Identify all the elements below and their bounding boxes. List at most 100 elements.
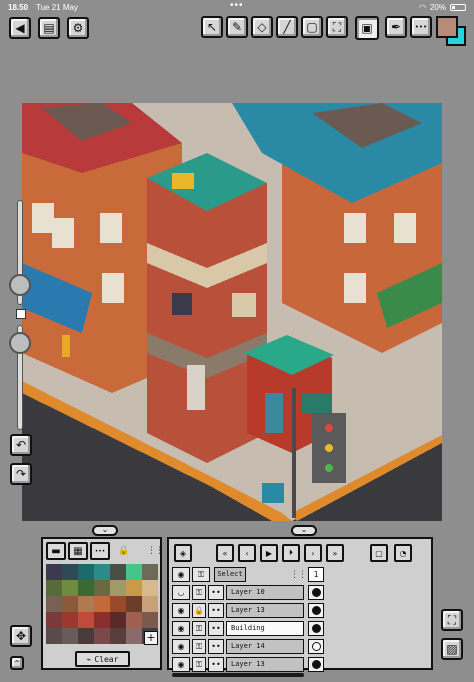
onion-skin-button[interactable]: ▢ — [370, 544, 388, 562]
palette-panel-handle[interactable]: ⌄ — [92, 525, 118, 536]
color-swatch[interactable] — [126, 564, 142, 580]
layer-name-active[interactable]: Building — [226, 621, 304, 636]
eyedropper-tool-button[interactable]: ✒ — [385, 16, 407, 38]
expand-button[interactable]: ⌃ — [10, 656, 24, 670]
color-swatch[interactable] — [126, 612, 142, 628]
select-button[interactable]: Select — [214, 567, 246, 582]
lock-toggle[interactable]: ⚿ — [192, 585, 206, 600]
color-swatch[interactable] — [142, 564, 158, 580]
drawing-canvas[interactable] — [22, 103, 442, 521]
color-swatch[interactable] — [62, 580, 78, 596]
color-swatch[interactable] — [78, 564, 94, 580]
layer-blend-dot[interactable] — [308, 639, 324, 654]
back-button[interactable]: ◀ — [9, 17, 31, 39]
color-swatch[interactable] — [46, 580, 62, 596]
color-swatch[interactable] — [46, 596, 62, 612]
layer-row[interactable]: ◉ ⚿ •• Layer 14 — [172, 639, 430, 656]
color-swatch[interactable] — [126, 580, 142, 596]
link-toggle[interactable]: •• — [208, 603, 224, 618]
link-toggle[interactable]: •• — [208, 657, 224, 672]
color-swatch[interactable] — [94, 612, 110, 628]
redo-button[interactable]: ↷ — [10, 463, 32, 485]
brush-size-knob[interactable] — [9, 274, 31, 296]
visibility-toggle[interactable]: ◡ — [172, 585, 190, 600]
layer-blend-dot[interactable] — [308, 621, 324, 636]
rectangle-tool-button[interactable]: ▢ — [301, 16, 323, 38]
reference-button[interactable]: ⛶ — [441, 609, 463, 631]
last-frame-button[interactable]: » — [326, 544, 344, 562]
color-swatch[interactable] — [110, 612, 126, 628]
layer-name[interactable]: Layer 14 — [226, 639, 304, 654]
primary-color-swatch[interactable] — [436, 16, 458, 38]
layer-row[interactable]: ◉ 🔒 •• Layer 13 — [172, 603, 430, 620]
layer-name[interactable]: Layer 13 — [226, 657, 304, 672]
color-swatch[interactable] — [94, 596, 110, 612]
color-swatch[interactable] — [110, 564, 126, 580]
color-swatch[interactable] — [46, 628, 62, 644]
lock-toggle[interactable]: 🔒 — [192, 603, 206, 618]
opacity-knob[interactable] — [9, 332, 31, 354]
color-swatch[interactable] — [62, 564, 78, 580]
color-swatch[interactable] — [62, 612, 78, 628]
color-swatch[interactable] — [46, 612, 62, 628]
layers-grip-icon[interactable]: ⋮⋮ — [290, 570, 307, 580]
layer-row[interactable]: ◡ ⚿ •• Layer 10 — [172, 585, 430, 602]
color-swatch[interactable] — [94, 628, 110, 644]
play-button[interactable]: ▶ — [260, 544, 278, 562]
undo-button[interactable]: ↶ — [10, 434, 32, 456]
layer-row[interactable]: ◉ ⚿ •• Building — [172, 621, 430, 638]
stamp-tool-button[interactable]: ▣ — [355, 16, 379, 40]
lock-toggle[interactable]: ⚿ — [192, 639, 206, 654]
color-swatch[interactable] — [142, 612, 158, 628]
layer-blend-dot[interactable] — [308, 585, 324, 600]
move-button[interactable]: ✥ — [10, 625, 32, 647]
palette-more-button[interactable]: ••• — [90, 542, 110, 560]
color-swatch[interactable] — [94, 564, 110, 580]
palette-grip-icon[interactable]: ⋮⋮ — [147, 546, 164, 556]
visibility-toggle[interactable]: ◉ — [172, 639, 190, 654]
layer-name[interactable]: Layer 10 — [226, 585, 304, 600]
link-toggle[interactable]: •• — [208, 639, 224, 654]
palette-folder-button[interactable]: ▬ — [46, 542, 66, 560]
color-swatch[interactable] — [126, 628, 142, 644]
visibility-toggle-all[interactable]: ◉ — [172, 567, 190, 582]
layer-name[interactable]: Layer 13 — [226, 603, 304, 618]
visibility-toggle[interactable]: ◉ — [172, 603, 190, 618]
color-swatch[interactable] — [94, 580, 110, 596]
multitask-dots[interactable]: ••• — [230, 0, 244, 11]
next-frame-button[interactable]: › — [304, 544, 322, 562]
more-tools-button[interactable]: ••• — [410, 16, 432, 38]
color-swatch[interactable] — [110, 596, 126, 612]
layer-blend-dot[interactable] — [308, 603, 324, 618]
color-swatch[interactable] — [78, 612, 94, 628]
export-button[interactable]: ▤ — [38, 17, 60, 39]
layers-panel-handle[interactable]: ⌄ — [291, 525, 317, 536]
eraser-tool-button[interactable]: ◇ — [251, 16, 273, 38]
timer-button[interactable]: ◔ — [394, 544, 412, 562]
play-alt-button[interactable]: ⏵ — [282, 544, 300, 562]
color-swatch[interactable] — [62, 628, 78, 644]
line-tool-button[interactable]: ╱ — [276, 16, 298, 38]
palette-lock-icon[interactable]: 🔒 — [118, 546, 129, 556]
color-swatch[interactable] — [126, 596, 142, 612]
frame-count[interactable]: 1 — [308, 567, 324, 582]
color-swatch[interactable] — [78, 628, 94, 644]
lock-toggle[interactable]: ⚿ — [192, 657, 206, 672]
image-button[interactable]: ▨ — [441, 638, 463, 660]
visibility-toggle[interactable]: ◉ — [172, 621, 190, 636]
fill-tool-button[interactable]: ⛶ — [326, 16, 348, 38]
color-swatch[interactable] — [62, 596, 78, 612]
clear-palette-button[interactable]: ⌁ Clear — [75, 651, 130, 667]
prev-frame-button[interactable]: ‹ — [238, 544, 256, 562]
layer-settings-button[interactable]: ◈ — [174, 544, 192, 562]
layer-blend-dot[interactable] — [308, 657, 324, 672]
first-frame-button[interactable]: « — [216, 544, 234, 562]
add-swatch-button[interactable]: + — [144, 631, 158, 645]
color-swatch[interactable] — [78, 596, 94, 612]
select-tool-button[interactable]: ↖ — [201, 16, 223, 38]
color-swatch[interactable] — [78, 580, 94, 596]
palette-save-button[interactable]: ▦ — [68, 542, 88, 560]
link-toggle[interactable]: •• — [208, 585, 224, 600]
color-swatch[interactable] — [142, 596, 158, 612]
color-swatch[interactable] — [142, 580, 158, 596]
